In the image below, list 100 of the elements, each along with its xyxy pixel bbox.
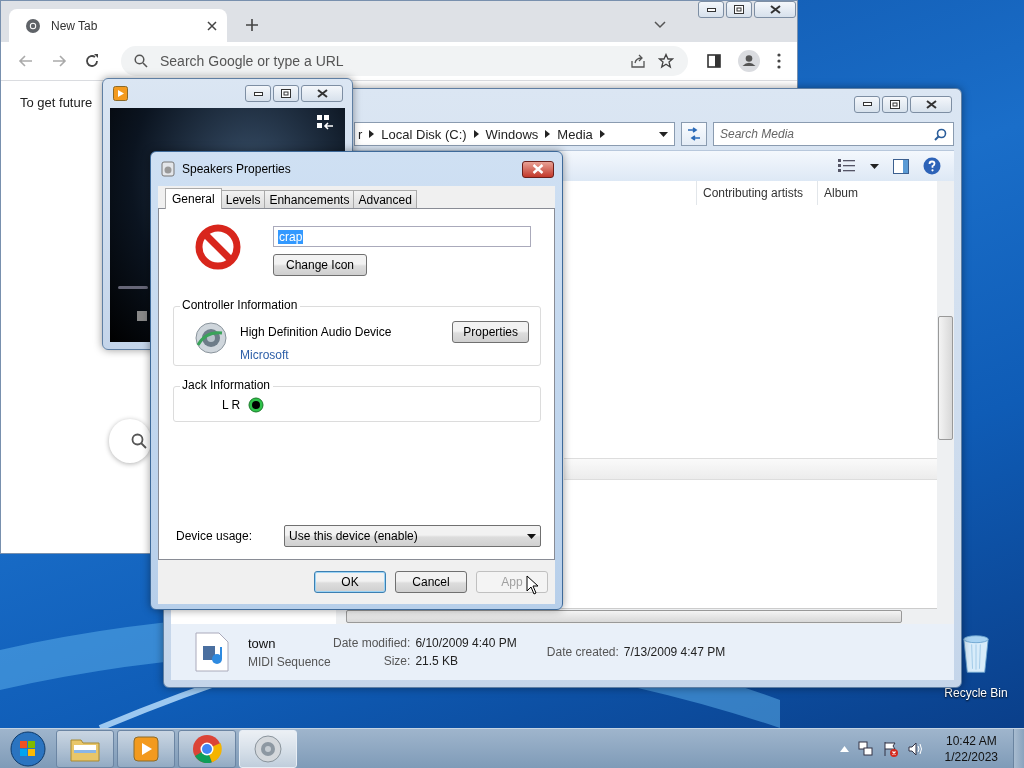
audio-jack-icon	[248, 397, 265, 413]
horizontal-scrollbar[interactable]	[336, 608, 937, 624]
close-button[interactable]	[910, 95, 952, 113]
preview-pane-icon[interactable]	[893, 158, 909, 174]
address-input[interactable]: Search Google or type a URL	[160, 53, 618, 69]
minimize-icon	[706, 7, 716, 12]
share-icon[interactable]	[630, 53, 646, 69]
close-button[interactable]	[301, 85, 343, 102]
detail-label: Size:	[382, 654, 411, 668]
view-list-icon[interactable]	[838, 159, 856, 173]
network-icon[interactable]	[857, 740, 874, 757]
detail-value: 7/13/2009 4:47 PM	[623, 645, 726, 659]
clock[interactable]: 10:42 AM 1/22/2023	[944, 732, 998, 765]
refresh-button[interactable]	[681, 122, 707, 146]
file-type: MIDI Sequence	[248, 654, 332, 669]
close-icon	[925, 99, 937, 109]
taskbar-button[interactable]	[56, 729, 114, 768]
vertical-scrollbar[interactable]	[937, 181, 954, 624]
minimize-button[interactable]	[245, 85, 271, 102]
dialog-button[interactable]: OK	[314, 571, 386, 593]
minimize-icon	[862, 102, 872, 106]
detail-value: 21.5 KB	[415, 654, 460, 668]
search-field[interactable]: Search Media	[713, 122, 954, 146]
tab[interactable]: General	[165, 188, 222, 209]
taskbar-button[interactable]	[178, 729, 236, 768]
switch-view-icon[interactable]	[317, 115, 333, 131]
help-icon[interactable]	[923, 157, 941, 175]
breadcrumb-arrow-icon[interactable]	[545, 130, 551, 138]
speaker-icon	[253, 733, 283, 764]
new-tab-icon[interactable]	[245, 18, 259, 32]
side-panel-icon[interactable]	[707, 54, 721, 68]
vendor-link[interactable]: Microsoft	[240, 348, 289, 362]
column-header[interactable]: Contributing artists	[696, 181, 817, 205]
tab[interactable]: Advanced	[353, 190, 417, 208]
speaker-icon	[161, 161, 175, 177]
chrome-logo-icon	[25, 17, 41, 34]
search-icon	[131, 433, 147, 449]
detail-value: 6/10/2009 4:40 PM	[415, 636, 517, 650]
menu-icon[interactable]	[777, 53, 781, 69]
group-heading: Jack Information	[180, 378, 274, 392]
tab[interactable]: Levels	[220, 190, 266, 208]
minimize-button[interactable]	[854, 95, 880, 113]
minimize-icon	[253, 91, 263, 96]
restore-icon	[281, 89, 291, 98]
dropdown-arrow-icon[interactable]	[659, 131, 668, 137]
music-file-icon	[195, 632, 229, 672]
close-icon	[532, 164, 544, 174]
speaker-device-icon	[194, 321, 228, 355]
close-icon	[316, 89, 328, 98]
tab[interactable]: Enhancements	[264, 190, 355, 208]
volume-icon[interactable]	[907, 740, 924, 757]
refresh-arrows-icon	[686, 127, 702, 141]
search-button[interactable]	[109, 419, 151, 463]
dropdown-arrow-icon[interactable]	[870, 163, 879, 169]
chrome-logo-icon	[192, 733, 222, 764]
maximize-button[interactable]	[273, 85, 299, 102]
properties-button[interactable]: Properties	[452, 321, 529, 343]
search-icon	[934, 127, 947, 141]
change-icon-button[interactable]: Change Icon	[273, 254, 367, 276]
jack-channels: L R	[222, 398, 241, 412]
close-button[interactable]	[522, 160, 554, 178]
prohibited-sign-icon	[194, 223, 242, 271]
browser-tab[interactable]: New Tab	[9, 9, 227, 42]
column-header[interactable]: Album	[817, 181, 864, 205]
taskbar-button[interactable]	[117, 729, 175, 768]
maximize-button[interactable]	[726, 1, 752, 18]
file-name: town	[248, 635, 277, 651]
detail-label: Date modified:	[333, 636, 411, 650]
address-bar[interactable]: Search Google or type a URL	[121, 46, 688, 76]
mouse-cursor-icon	[526, 575, 539, 595]
start-button[interactable]	[8, 728, 48, 768]
restore-icon	[890, 99, 900, 109]
desktop-icon-label[interactable]: Recycle Bin	[944, 686, 1008, 700]
group-heading: Controller Information	[180, 298, 301, 312]
flag-icon[interactable]	[882, 740, 899, 757]
device-name: High Definition Audio Device	[240, 325, 393, 339]
dialog-button[interactable]: Cancel	[395, 571, 467, 593]
close-button[interactable]	[754, 1, 796, 18]
reload-icon[interactable]	[84, 53, 100, 69]
search-icon	[134, 54, 148, 68]
minimize-button[interactable]	[698, 1, 724, 18]
maximize-button[interactable]	[882, 95, 908, 113]
dropdown-arrow-icon	[527, 533, 536, 539]
star-icon[interactable]	[658, 53, 674, 69]
chevron-down-icon[interactable]	[654, 21, 666, 29]
close-tab-icon[interactable]	[207, 20, 217, 31]
address-bar[interactable]: r Local Disk (C:) Windows Media	[354, 122, 675, 146]
breadcrumb-arrow-icon[interactable]	[369, 130, 375, 138]
media-player-icon	[113, 86, 128, 101]
device-usage-dropdown[interactable]: Use this device (enable)	[284, 525, 541, 547]
page-text: To get future	[20, 95, 93, 110]
restore-icon	[734, 5, 744, 14]
breadcrumb-arrow-icon[interactable]	[599, 130, 605, 138]
profile-avatar-icon[interactable]	[738, 50, 760, 72]
detail-label: Date created:	[546, 645, 619, 659]
close-icon	[769, 5, 781, 14]
window-title: Speakers Properties	[182, 162, 291, 176]
device-usage-label: Device usage:	[176, 529, 254, 543]
breadcrumb-arrow-icon[interactable]	[473, 130, 479, 138]
media-player-icon	[133, 735, 159, 762]
